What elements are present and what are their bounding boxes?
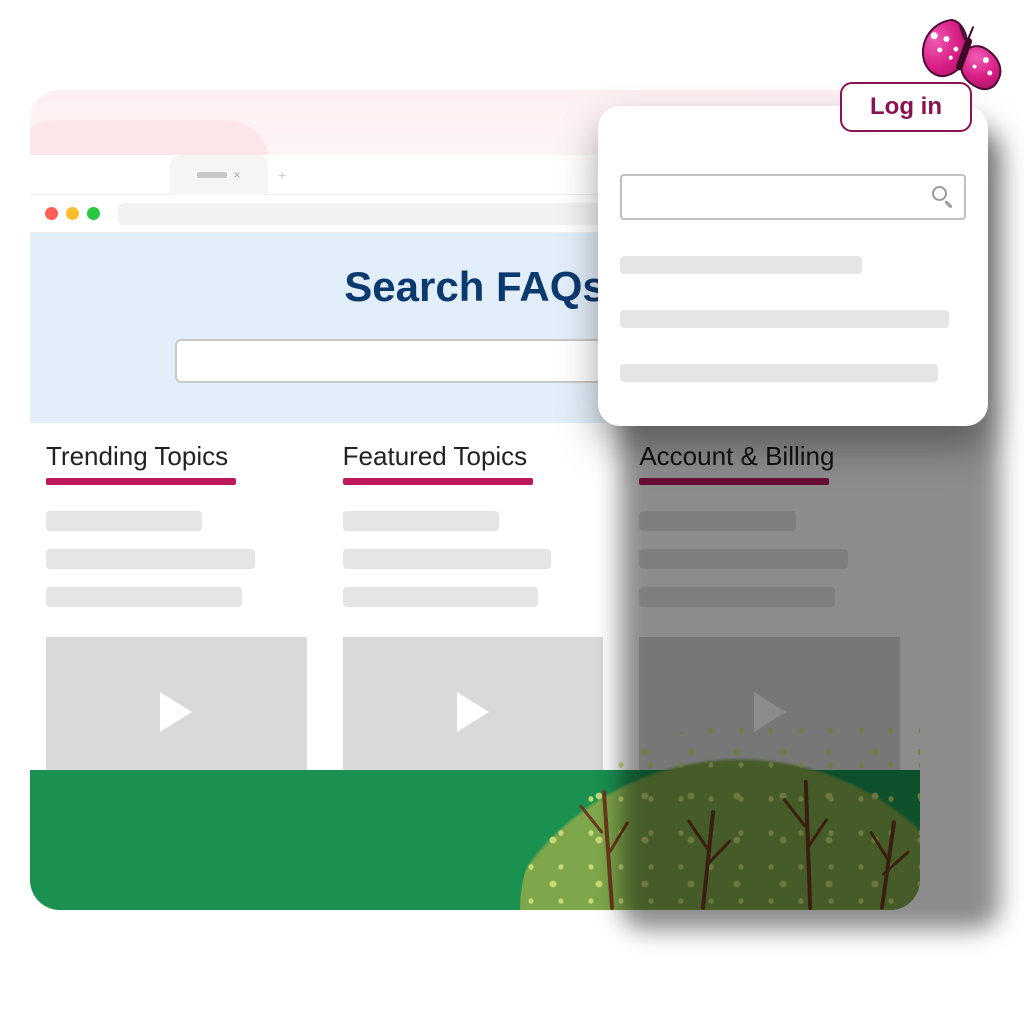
list-item[interactable] [343, 511, 499, 531]
list-item[interactable] [343, 549, 552, 569]
login-label: Log in [870, 93, 942, 121]
video-thumbnail[interactable] [343, 637, 604, 787]
list-item[interactable] [46, 511, 202, 531]
list-item[interactable] [46, 549, 255, 569]
column-trending: Trending Topics [30, 441, 327, 807]
popup-search-input[interactable] [620, 174, 966, 220]
suggestion-item[interactable] [620, 256, 862, 274]
browser-tab[interactable]: × [170, 155, 268, 195]
search-popup [598, 106, 988, 426]
column-title: Featured Topics [343, 441, 604, 472]
play-icon [457, 692, 489, 732]
list-item[interactable] [343, 587, 539, 607]
butterfly-illustration [915, 11, 1024, 104]
tab-title-placeholder [197, 172, 227, 178]
suggestion-item[interactable] [620, 364, 938, 382]
title-underline [343, 478, 533, 485]
title-underline [46, 478, 236, 485]
video-thumbnail[interactable] [46, 637, 307, 787]
column-featured: Featured Topics [327, 441, 624, 807]
suggestion-item[interactable] [620, 310, 949, 328]
column-title: Trending Topics [46, 441, 307, 472]
close-tab-icon[interactable]: × [233, 168, 240, 182]
search-icon [932, 186, 954, 208]
window-zoom-icon[interactable] [87, 207, 100, 220]
window-minimize-icon[interactable] [66, 207, 79, 220]
play-icon [160, 692, 192, 732]
window-close-icon[interactable] [45, 207, 58, 220]
new-tab-icon[interactable]: + [278, 167, 286, 183]
list-item[interactable] [46, 587, 242, 607]
